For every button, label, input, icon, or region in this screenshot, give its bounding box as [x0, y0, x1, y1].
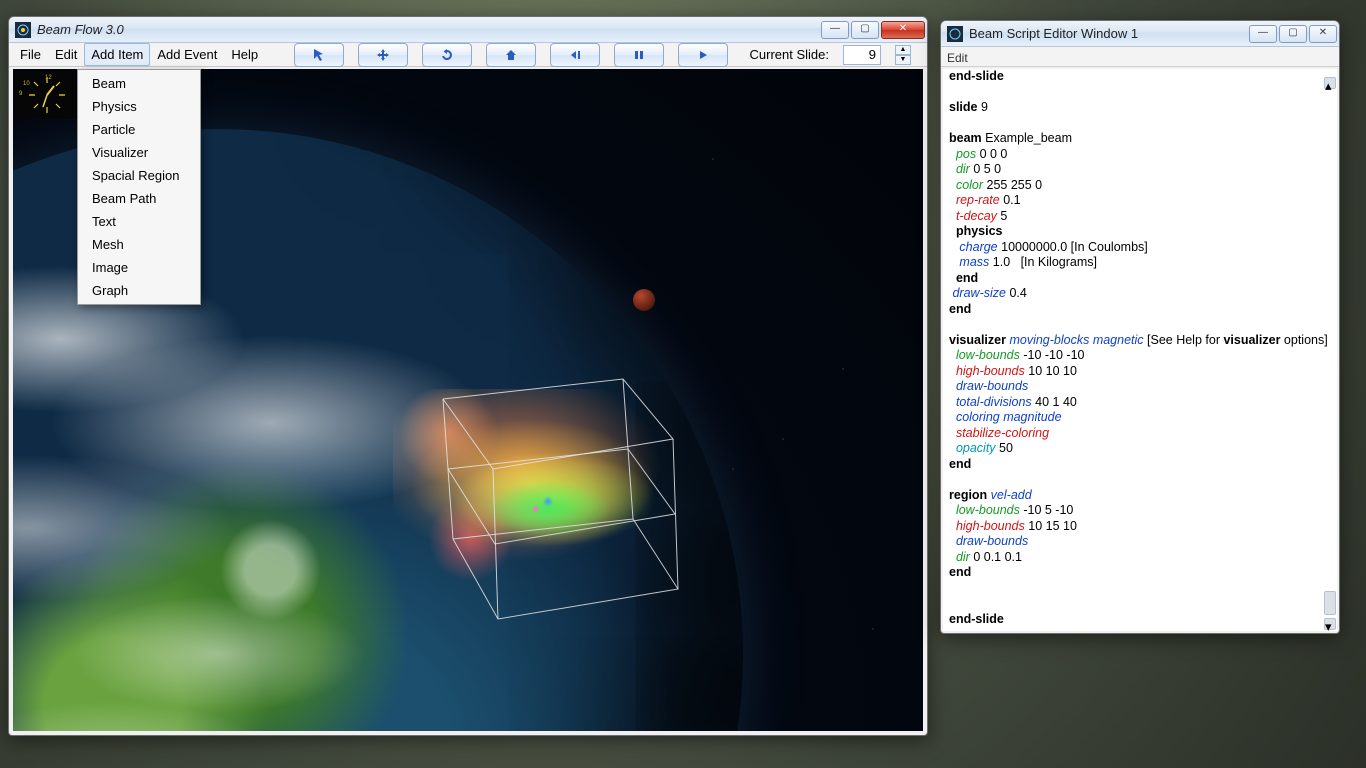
select-tool-button[interactable] [294, 43, 344, 67]
svg-text:10: 10 [23, 81, 30, 87]
add-item-image[interactable]: Image [78, 256, 200, 279]
svg-text:12: 12 [45, 75, 52, 81]
menu-add-item[interactable]: Add Item [84, 43, 150, 66]
add-item-beam-path[interactable]: Beam Path [78, 187, 200, 210]
menu-file[interactable]: File [13, 43, 48, 66]
clock-gadget: 12 10 9 [15, 71, 79, 119]
add-item-beam[interactable]: Beam [78, 72, 200, 95]
minimize-button[interactable]: — [821, 21, 849, 39]
home-button[interactable] [486, 43, 536, 67]
add-item-visualizer[interactable]: Visualizer [78, 141, 200, 164]
app-icon [15, 22, 31, 38]
svg-text:9: 9 [19, 91, 23, 97]
beam-flow-window: Beam Flow 3.0 — ▢ ✕ FileEditAdd ItemAdd … [8, 16, 928, 736]
main-toolbar: Current Slide: ▲▼ [282, 43, 923, 66]
editor-app-icon [947, 26, 963, 42]
menu-help[interactable]: Help [224, 43, 265, 66]
pause-button[interactable] [614, 43, 664, 67]
editor-window-title: Beam Script Editor Window 1 [969, 26, 1249, 41]
current-slide-label: Current Slide: [750, 47, 829, 62]
editor-text-area[interactable]: end-slide slide 9 beam Example_beam pos … [943, 69, 1337, 631]
add-item-graph[interactable]: Graph [78, 279, 200, 302]
move-tool-button[interactable] [358, 43, 408, 67]
scrollbar-thumb[interactable] [1324, 591, 1336, 615]
main-titlebar[interactable]: Beam Flow 3.0 — ▢ ✕ [9, 17, 927, 43]
current-slide-input[interactable] [843, 45, 881, 65]
menu-add-event[interactable]: Add Event [150, 43, 224, 66]
add-item-dropdown: BeamPhysicsParticleVisualizerSpacial Reg… [77, 69, 201, 305]
main-menubar: FileEditAdd ItemAdd EventHelp Current Sl… [9, 43, 927, 67]
maximize-button[interactable]: ▢ [851, 21, 879, 39]
script-editor-window: Beam Script Editor Window 1 — ▢ ✕ Edit e… [940, 20, 1340, 634]
add-item-mesh[interactable]: Mesh [78, 233, 200, 256]
editor-edit-menu[interactable]: Edit [947, 51, 968, 65]
editor-menubar: Edit [941, 47, 1339, 67]
add-item-physics[interactable]: Physics [78, 95, 200, 118]
add-item-spacial-region[interactable]: Spacial Region [78, 164, 200, 187]
scrollbar-down-icon[interactable]: ▾ [1324, 618, 1336, 630]
editor-minimize-button[interactable]: — [1249, 25, 1277, 43]
rotate-tool-button[interactable] [422, 43, 472, 67]
menu-edit[interactable]: Edit [48, 43, 84, 66]
editor-maximize-button[interactable]: ▢ [1279, 25, 1307, 43]
main-window-title: Beam Flow 3.0 [37, 22, 821, 37]
add-item-text[interactable]: Text [78, 210, 200, 233]
play-button[interactable] [678, 43, 728, 67]
scrollbar-up-icon[interactable]: ▴ [1324, 77, 1336, 89]
step-back-button[interactable] [550, 43, 600, 67]
editor-close-button[interactable]: ✕ [1309, 25, 1337, 43]
distant-planet [633, 289, 655, 311]
add-item-particle[interactable]: Particle [78, 118, 200, 141]
editor-titlebar[interactable]: Beam Script Editor Window 1 — ▢ ✕ [941, 21, 1339, 47]
close-button[interactable]: ✕ [881, 21, 925, 39]
slide-spinner[interactable]: ▲▼ [895, 45, 911, 65]
